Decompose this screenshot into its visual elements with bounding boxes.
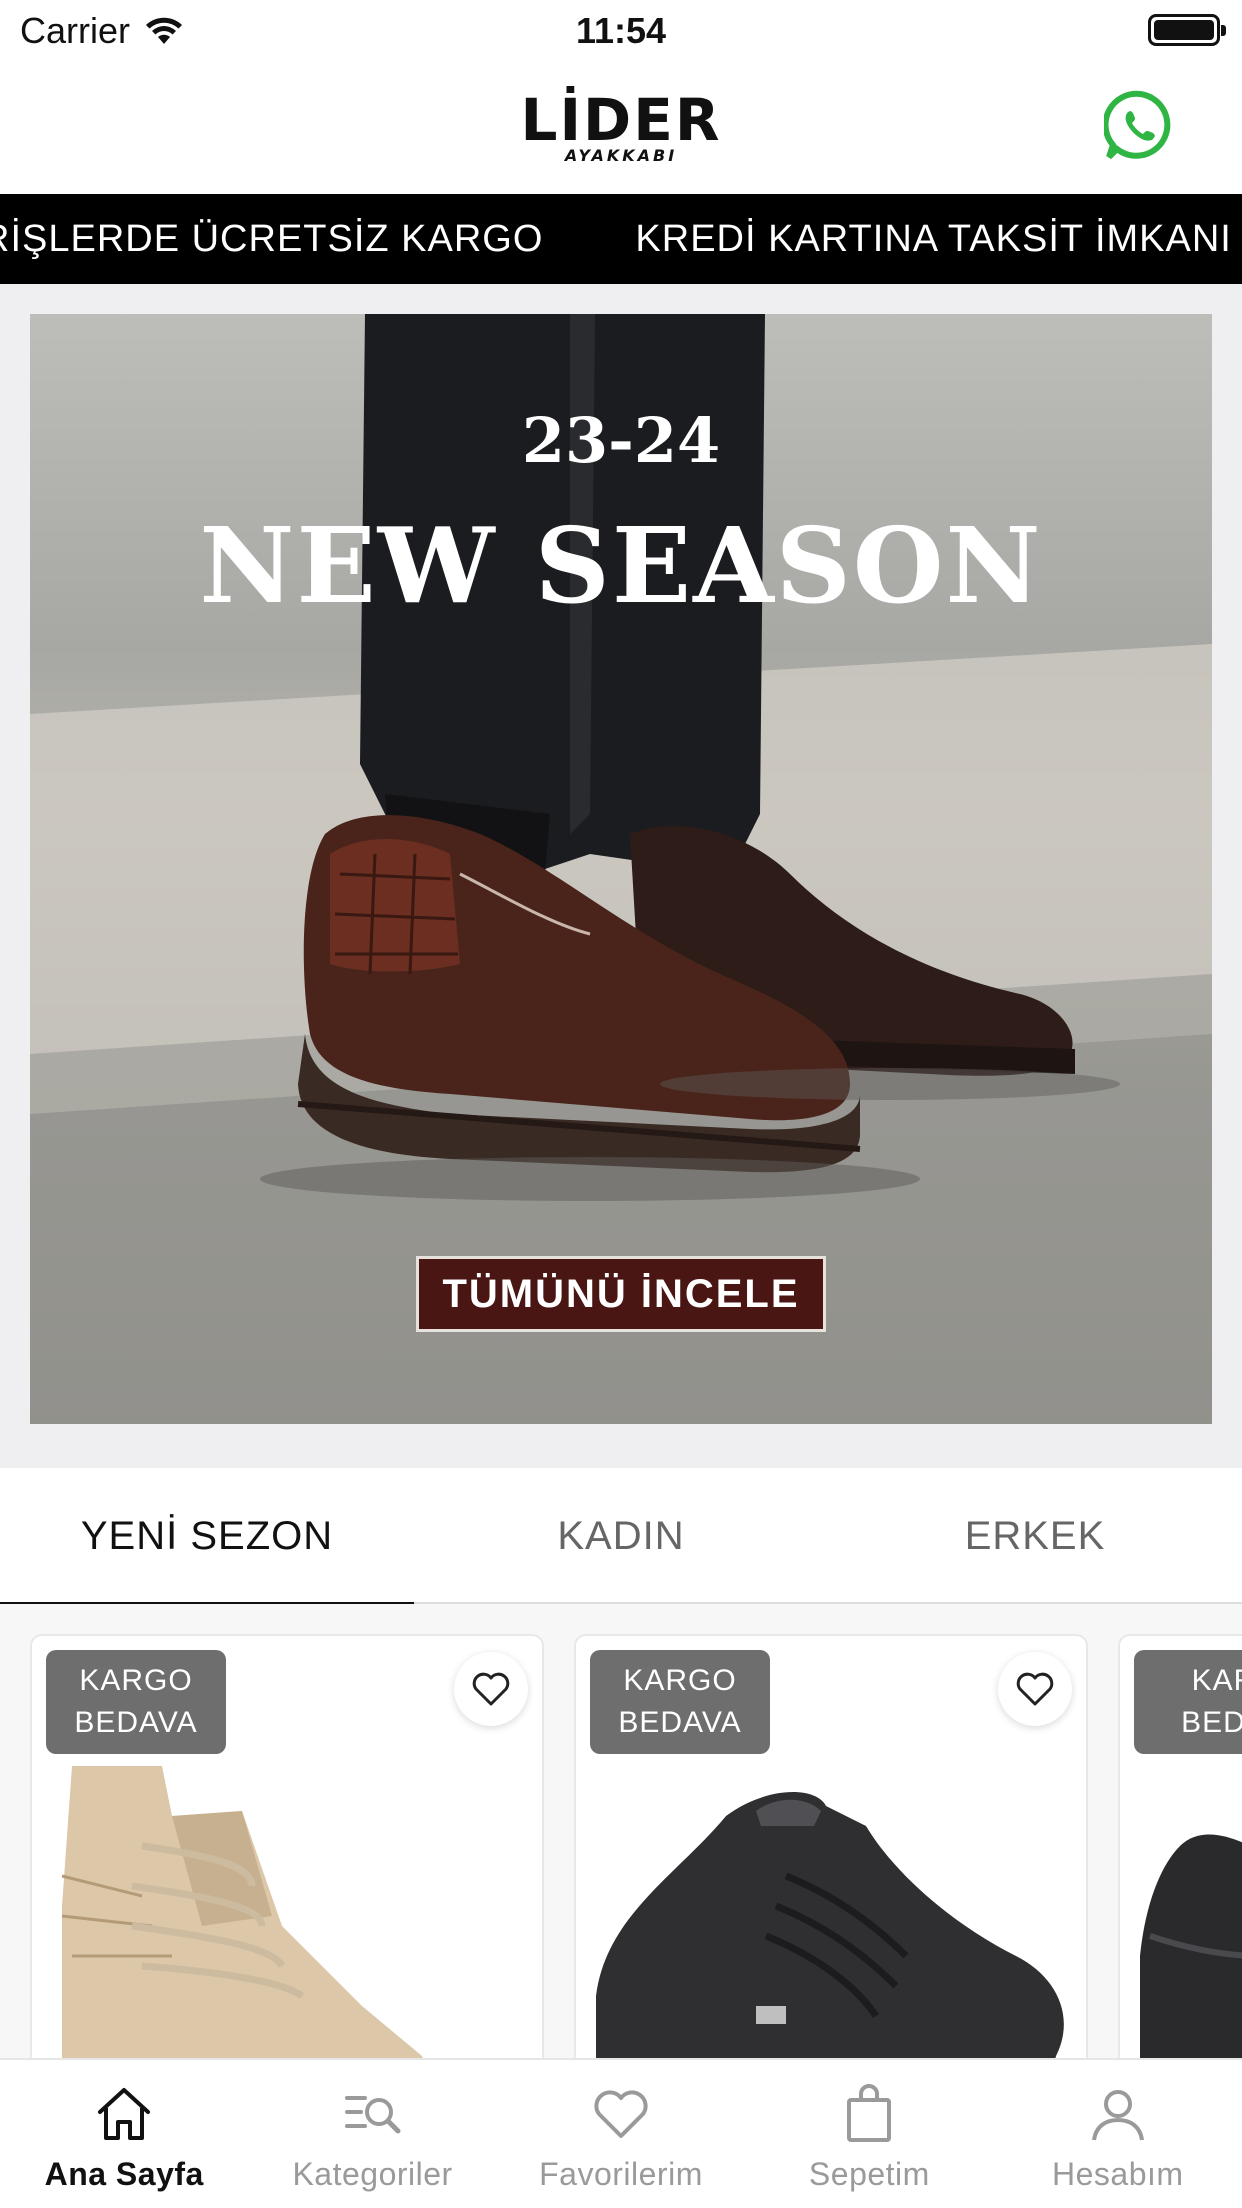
nav-favorites[interactable]: Favorilerim <box>497 2060 745 2208</box>
banner-year: 23-24 <box>521 404 721 477</box>
badge-line: KARGO <box>79 1664 193 1697</box>
bottom-navigation: Ana Sayfa Kategoriler Favorilerim Sepeti… <box>0 2058 1242 2208</box>
product-image <box>61 1766 423 2058</box>
free-shipping-badge: KARGO BEDAVA <box>46 1650 226 1754</box>
heart-outline-icon <box>472 1672 510 1706</box>
heart-outline-icon <box>1016 1672 1054 1706</box>
product-image <box>1140 1834 1242 2058</box>
battery-icon <box>1148 14 1226 46</box>
category-tabs: YENİ SEZON KADIN ERKEK <box>0 1468 1242 1606</box>
marquee-item: RİŞLERDE ÜCRETSİZ KARGO <box>0 217 544 260</box>
product-card[interactable]: KARGO BEDAVA <box>30 1634 544 2058</box>
tab-men[interactable]: ERKEK <box>828 1468 1242 1604</box>
banner-title: NEW SEASON <box>199 504 1043 627</box>
heart-icon <box>594 2090 648 2138</box>
free-shipping-badge: KARGO BEDAVA <box>590 1650 770 1754</box>
badge-line: BEDAVA <box>618 1706 742 1739</box>
logo-sub-text: AYAKKABI <box>564 146 678 165</box>
nav-home[interactable]: Ana Sayfa <box>0 2060 248 2208</box>
nav-label: Hesabım <box>1051 2156 1184 2192</box>
category-search-icon <box>344 2096 401 2134</box>
badge-line: BEDAVA <box>74 1706 198 1739</box>
status-bar: Carrier 11:54 <box>0 0 1242 62</box>
tab-new-season[interactable]: YENİ SEZON <box>0 1468 414 1606</box>
brand-logo[interactable]: LİDER AYAKKABI <box>0 86 1242 165</box>
product-card[interactable]: KARGO BEDAVA <box>574 1634 1088 2058</box>
home-icon <box>98 2088 151 2140</box>
nav-label: Favorilerim <box>539 2156 703 2192</box>
badge-line: KARGO <box>623 1664 737 1697</box>
nav-cart[interactable]: Sepetim <box>745 2060 993 2208</box>
nav-label: Sepetim <box>808 2156 930 2192</box>
marquee-item: KREDİ KARTINA TAKSİT İMKANI <box>635 217 1232 260</box>
product-carousel: KARGO BEDAVA KARGO BEDAVA KA BE <box>0 1604 1242 2058</box>
logo-main-text: LİDER <box>520 86 722 154</box>
badge-line: KAR <box>1191 1664 1242 1697</box>
product-image <box>596 1792 1064 2058</box>
tab-women[interactable]: KADIN <box>414 1468 828 1604</box>
favorite-button[interactable] <box>454 1652 528 1726</box>
promo-marquee: RİŞLERDE ÜCRETSİZ KARGO KREDİ KARTINA TA… <box>0 194 1242 284</box>
shopping-bag-icon <box>847 2084 892 2142</box>
nav-account[interactable]: Hesabım <box>994 2060 1242 2208</box>
product-card[interactable]: KAR BEDA <box>1118 1634 1242 2058</box>
whatsapp-icon[interactable] <box>1102 90 1176 162</box>
view-all-button[interactable]: TÜMÜNÜ İNCELE <box>416 1256 826 1332</box>
status-time: 11:54 <box>575 10 667 51</box>
app-header: LİDER AYAKKABI <box>0 62 1242 194</box>
user-icon <box>1091 2090 1144 2141</box>
badge-line: BEDA <box>1181 1706 1242 1739</box>
hero-banner[interactable]: 23-24 NEW SEASON TÜMÜNÜ İNCELE <box>30 314 1212 1424</box>
free-shipping-badge: KAR BEDA <box>1134 1650 1242 1754</box>
favorite-button[interactable] <box>998 1652 1072 1726</box>
nav-label: Ana Sayfa <box>44 2156 204 2192</box>
banner-section: 23-24 NEW SEASON TÜMÜNÜ İNCELE <box>0 284 1242 1468</box>
nav-categories[interactable]: Kategoriler <box>248 2060 496 2208</box>
nav-label: Kategoriler <box>292 2156 453 2192</box>
